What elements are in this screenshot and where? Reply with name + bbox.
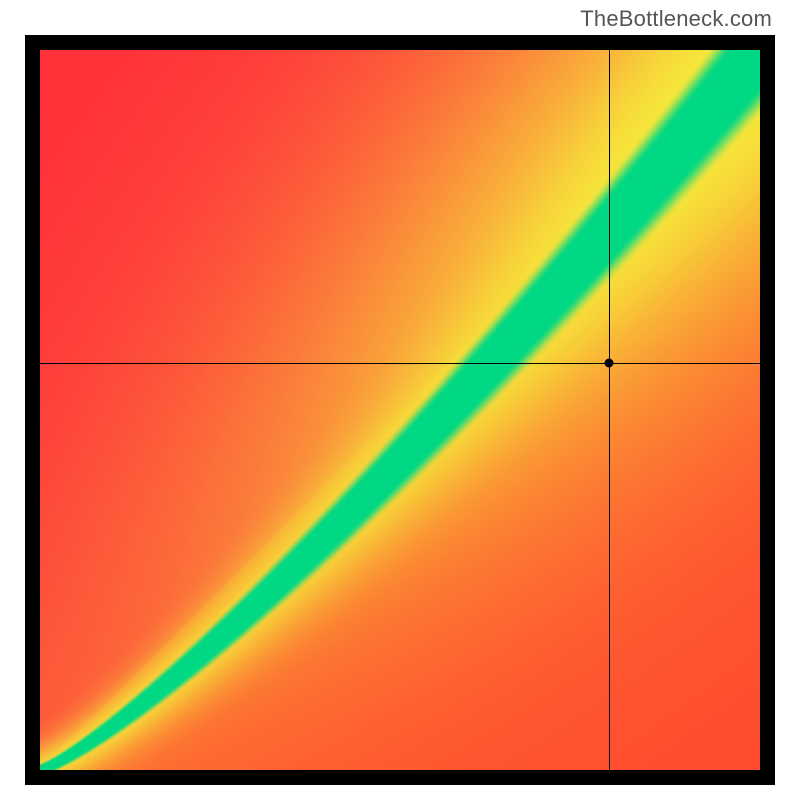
chart-stage: TheBottleneck.com <box>0 0 800 800</box>
heatmap-canvas <box>40 50 760 770</box>
crosshair-vertical <box>609 50 610 770</box>
plot-area <box>40 50 760 770</box>
chart-frame <box>25 35 775 785</box>
crosshair-horizontal <box>40 363 760 364</box>
sample-point-marker <box>604 359 613 368</box>
watermark-text: TheBottleneck.com <box>580 6 772 32</box>
